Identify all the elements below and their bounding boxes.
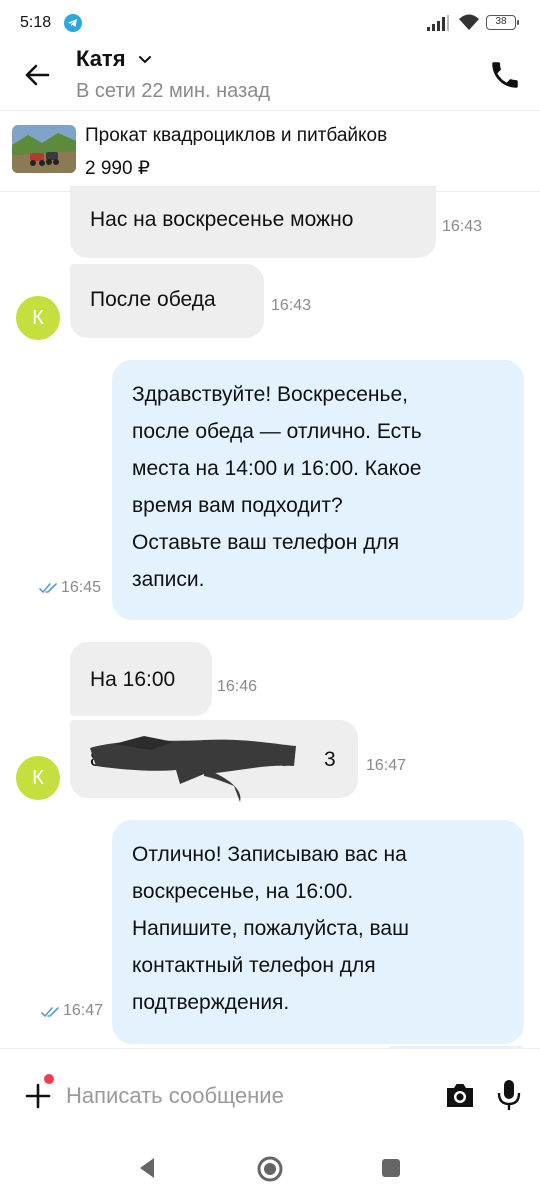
read-ticks-icon [41, 1007, 59, 1018]
message-bubble-outgoing[interactable]: Здравствуйте! Воскресенье, после обеда —… [112, 360, 524, 620]
signal-icon [427, 15, 449, 31]
message-bubble-incoming[interactable]: На 16:00 [70, 642, 212, 716]
listing-thumbnail [12, 125, 76, 173]
camera-icon[interactable] [444, 1080, 476, 1110]
message-time: 16:43 [271, 297, 312, 314]
message-time: 16:43 [442, 218, 483, 235]
message-time: 16:46 [217, 678, 258, 695]
add-icon[interactable] [24, 1082, 52, 1110]
avatar[interactable]: К [16, 296, 60, 340]
status-bar: 5:18 38 [0, 0, 540, 50]
message-text: На 16:00 [90, 668, 176, 691]
message-text: После обеда [90, 288, 216, 311]
message-time: 16:45 [61, 579, 102, 596]
chevron-down-icon[interactable] [138, 55, 152, 65]
message-line: контактный телефон для [132, 954, 376, 977]
message-time: 16:47 [366, 757, 407, 774]
message-bubble-incoming[interactable]: Нас на воскресенье можно [70, 186, 436, 258]
message-text: Нас на воскресенье можно [90, 208, 354, 231]
listing-card[interactable]: Прокат квадроциклов и питбайков 2 990 ₽ [0, 110, 540, 192]
battery-icon: 38 [486, 15, 519, 30]
message-line: места на 14:00 и 16:00. Какое [132, 457, 422, 480]
avatar[interactable]: К [16, 756, 60, 800]
notification-dot [44, 1074, 54, 1084]
telegram-icon [64, 14, 82, 32]
message-line: Здравствуйте! Воскресенье, [132, 383, 408, 406]
wifi-icon [459, 14, 479, 30]
microphone-icon[interactable] [496, 1078, 522, 1112]
back-arrow-icon[interactable] [22, 60, 52, 90]
message-line: после обеда — отлично. Есть [132, 420, 422, 443]
message-line: подтверждения. [132, 991, 290, 1014]
listing-title: Прокат квадроциклов и питбайков [85, 125, 388, 146]
listing-price: 2 990 ₽ [85, 158, 150, 179]
message-text-end: 3 [324, 748, 336, 771]
contact-status: В сети 22 мин. назад [76, 80, 271, 102]
redaction-scribble [90, 736, 296, 802]
message-line: Отлично! Записываю вас на [132, 843, 407, 866]
status-time: 5:18 [20, 14, 52, 31]
message-input[interactable] [66, 1078, 426, 1114]
message-line: время вам подходит? [132, 494, 343, 517]
message-time: 16:47 [63, 1002, 104, 1019]
avatar-initial: К [32, 306, 44, 329]
message-line: записи. [132, 568, 205, 591]
nav-home-icon[interactable] [256, 1155, 284, 1183]
message-line: Напишите, пожалуйста, ваш [132, 917, 409, 940]
avatar-initial: К [32, 766, 44, 789]
read-ticks-icon [39, 583, 57, 594]
message-bubble-outgoing[interactable]: Отлично! Записываю вас на воскресенье, н… [112, 820, 524, 1044]
nav-recents-icon[interactable] [382, 1159, 400, 1177]
message-line: Оставьте ваш телефон для [132, 531, 400, 554]
nav-back-icon[interactable] [136, 1156, 158, 1180]
message-bubble-incoming[interactable]: После обеда [70, 264, 264, 338]
contact-name[interactable]: Катя [76, 46, 126, 72]
message-bubble-incoming[interactable]: 8 6 3 [70, 720, 358, 802]
message-line: воскресенье, на 16:00. [132, 880, 354, 903]
phone-icon[interactable] [488, 58, 522, 92]
